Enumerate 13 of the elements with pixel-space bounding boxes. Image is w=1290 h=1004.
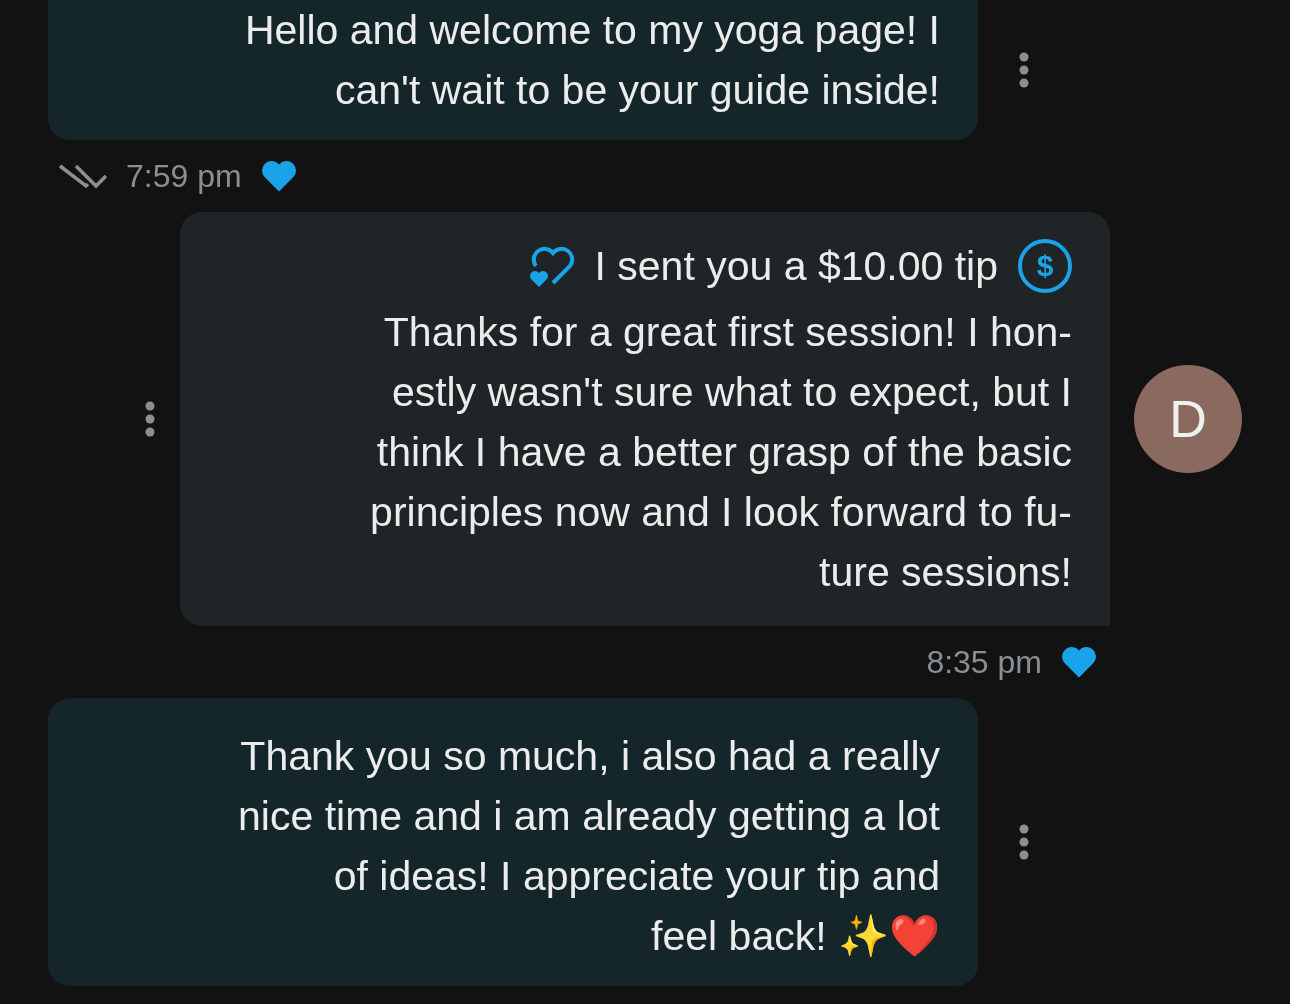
more-options-icon[interactable]: [1018, 824, 1030, 860]
message-text: Thank you so much, i also had a really nice time and i am already getting a lot of ideas! I appreciate your tip and feel back! ✨❤: [237, 732, 940, 961]
message-time: 7:59 pm: [126, 157, 242, 195]
more-options-icon[interactable]: [1018, 52, 1030, 88]
heart-icon[interactable]: [1060, 645, 1098, 679]
more-options-icon[interactable]: [144, 401, 156, 437]
message-time: 8:35 pm: [926, 643, 1042, 681]
avatar[interactable]: D: [1134, 365, 1242, 473]
dollar-icon: $: [1018, 239, 1072, 293]
message-text: Hello and welcome to my yoga page! I can't wait to be your guide inside!: [243, 6, 940, 115]
heart-icon[interactable]: [259, 159, 298, 193]
tip-text: I sent you a $10.00 tip: [594, 242, 998, 291]
message-text: Thanks for a great first session! I hon- estly wasn't sure what to expect, but I think I have a better grasp of the basic principles now and I look forward to fu- ture sessions!: [369, 308, 1072, 597]
